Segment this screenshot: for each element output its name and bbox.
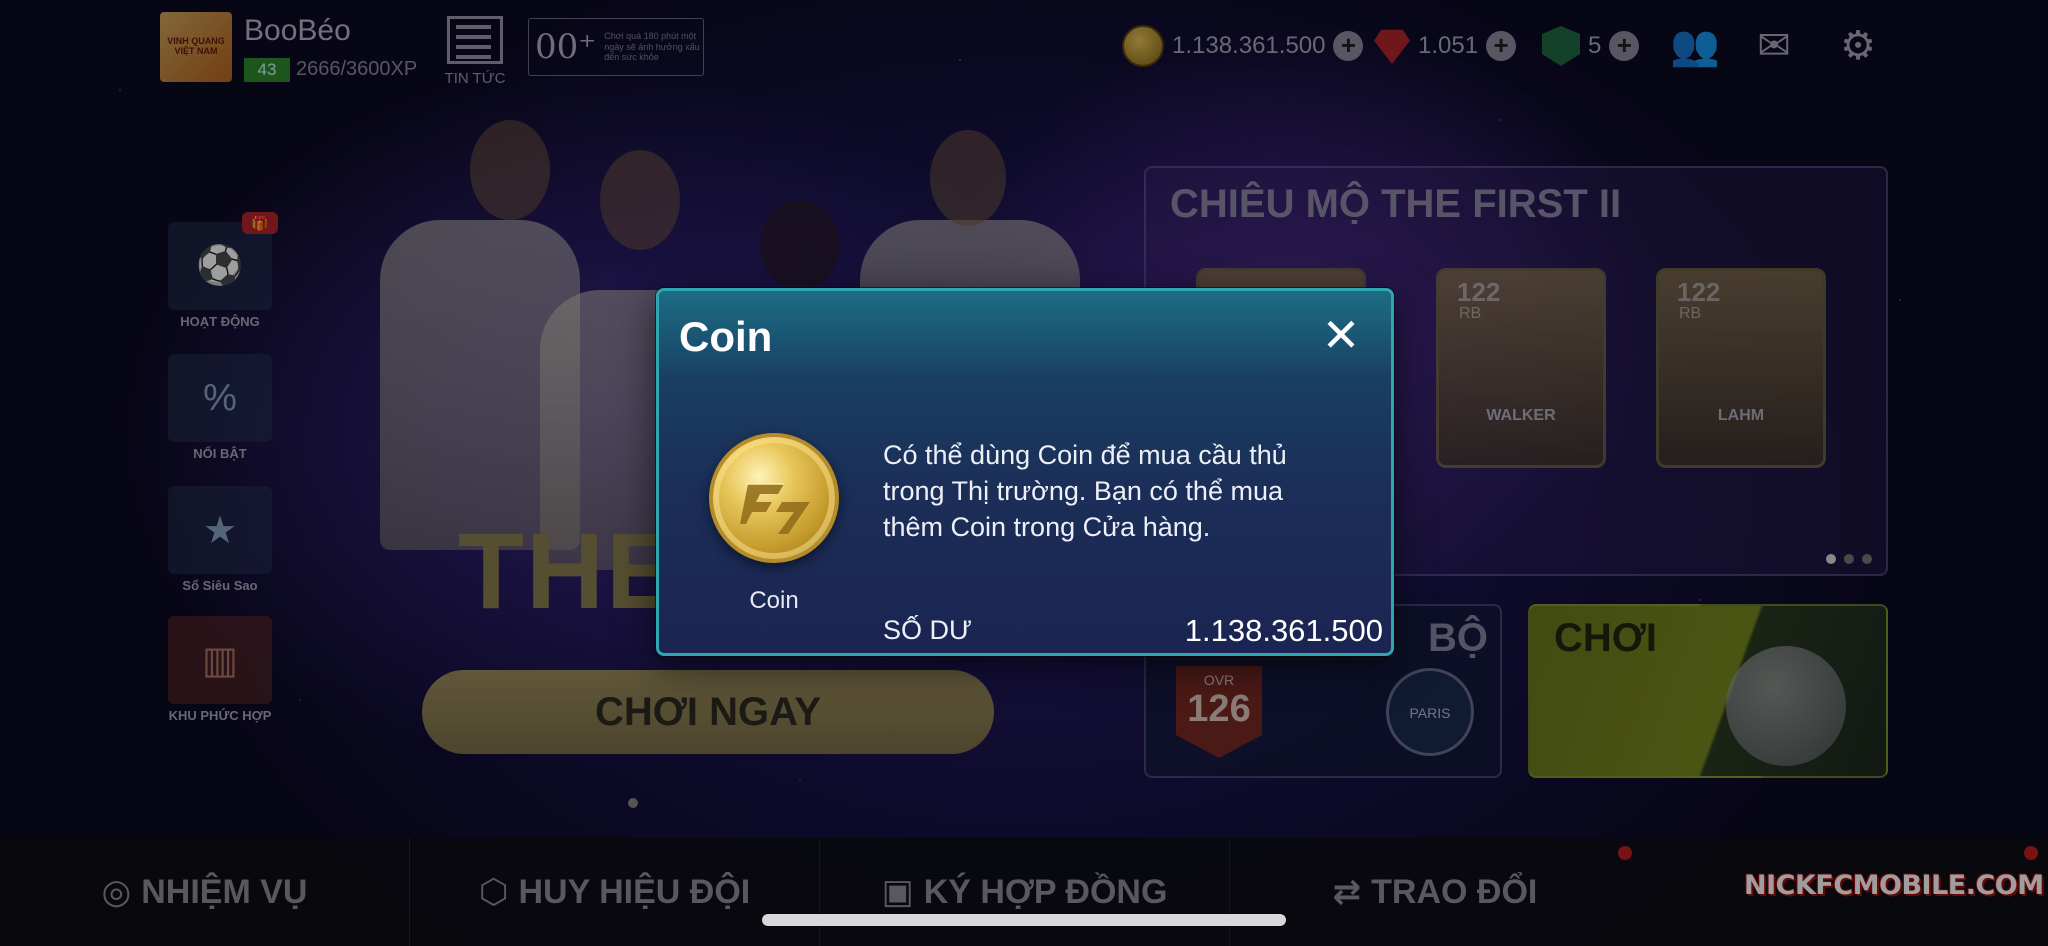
close-button[interactable]: ✕ (1321, 312, 1361, 358)
coin-icon (709, 433, 839, 563)
coin-info-dialog: Coin ✕ Coin Có thể dùng Coin để mua cầu … (656, 288, 1394, 656)
coin-label: Coin (749, 587, 799, 614)
home-indicator[interactable] (762, 914, 1286, 926)
coin-description: Có thể dùng Coin để mua cầu thủ trong Th… (883, 440, 1287, 542)
balance-value: 1.138.361.500 (1184, 613, 1383, 648)
balance-label: SỐ DƯ (883, 615, 973, 645)
dialog-title: Coin (679, 313, 773, 360)
fc-logo-icon (740, 483, 810, 534)
